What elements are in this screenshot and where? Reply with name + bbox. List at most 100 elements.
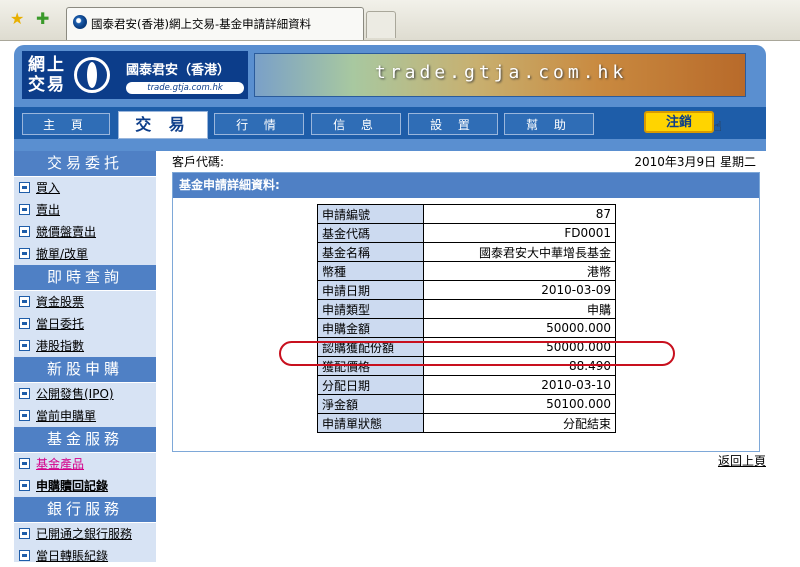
logout-button[interactable]: 注銷 ☝ — [644, 111, 722, 135]
bullet-icon — [19, 182, 30, 193]
sidebar-item-label: 當日轉賬紀錄 — [36, 549, 109, 563]
sidebar-item-label: 撤單/改單 — [36, 247, 89, 261]
panel-title: 基金申請詳細資料: — [173, 173, 759, 198]
row-value: FD0001 — [423, 223, 616, 243]
sidebar-item-label: 賣出 — [36, 203, 61, 217]
row-value: 2010-03-09 — [423, 280, 616, 300]
site-logo[interactable]: 網上交易 國泰君安（香港） trade.gtja.com.hk — [22, 51, 248, 99]
tab-title: 國泰君安(香港)網上交易-基金申請詳細資料 — [91, 17, 312, 31]
sidebar-item-label: 當前申購單 — [36, 409, 97, 423]
table-row: 申購金額 50000.000 — [317, 318, 616, 338]
hand-cursor-icon: ☝ — [713, 119, 722, 135]
sidebar-item-auction-sell[interactable]: 競價盤賣出 — [14, 221, 156, 243]
sidebar-item-subscription-records[interactable]: 申購贖回記錄 — [14, 475, 156, 497]
logo-mark-icon — [74, 57, 110, 93]
sidebar-item-label: 競價盤賣出 — [36, 225, 97, 239]
table-row: 幣種 港幣 — [317, 261, 616, 281]
bullet-icon — [19, 226, 30, 237]
table-row: 申請編號 87 — [317, 204, 616, 224]
bookmark-star-icon[interactable]: ★ — [10, 9, 24, 28]
bullet-icon — [19, 296, 30, 307]
sidebar-item-label: 港股指數 — [36, 339, 85, 353]
sidebar-section-query: 即時查詢 — [14, 265, 156, 291]
row-value: 2010-03-10 — [423, 375, 616, 395]
row-value: 50000.000 — [423, 318, 616, 338]
highlight-oval-annotation — [279, 341, 675, 366]
row-label: 申請編號 — [317, 204, 424, 224]
row-label: 分配日期 — [317, 375, 424, 395]
sidebar-item-cancel-modify[interactable]: 撤單/改單 — [14, 243, 156, 265]
row-label: 基金名稱 — [317, 242, 424, 262]
sidebar-section-fund: 基金服務 — [14, 427, 156, 453]
fund-detail-panel: 基金申請詳細資料: 申請編號 87 基金代碼 FD0001 基金名稱 國泰君安大中華增長基… — [172, 172, 760, 452]
table-row: 基金名稱 國泰君安大中華增長基金 — [317, 242, 616, 262]
table-row: 申請日期 2010-03-09 — [317, 280, 616, 300]
sidebar-section-bank: 銀行服務 — [14, 497, 156, 523]
nav-help[interactable]: 幫 助 — [504, 113, 594, 135]
bullet-icon — [19, 318, 30, 329]
sidebar-item-funds-stocks[interactable]: 資金股票 — [14, 291, 156, 313]
row-value: 50100.000 — [423, 394, 616, 414]
row-value: 分配結束 — [423, 413, 616, 433]
back-link[interactable]: 返回上頁 — [718, 452, 766, 469]
sidebar-item-label: 已開通之銀行服務 — [36, 527, 133, 541]
sidebar-section-ipo: 新股申購 — [14, 357, 156, 383]
sidebar-item-label: 基金產品 — [36, 457, 85, 471]
nav-trade[interactable]: 交 易 — [118, 111, 208, 139]
nav-settings[interactable]: 設 置 — [408, 113, 498, 135]
nav-quotes[interactable]: 行 情 — [214, 113, 304, 135]
logo-text: 網上交易 — [28, 55, 66, 95]
sidebar-item-bank-services[interactable]: 已開通之銀行服務 — [14, 523, 156, 545]
row-label: 幣種 — [317, 261, 424, 281]
sidebar-item-ipo[interactable]: 公開發售(IPO) — [14, 383, 156, 405]
row-value: 港幣 — [423, 261, 616, 281]
logout-label: 注銷 — [665, 115, 692, 130]
sidebar-item-today-orders[interactable]: 當日委托 — [14, 313, 156, 335]
sidebar-item-fund-products[interactable]: 基金產品 — [14, 453, 156, 475]
bullet-icon — [19, 458, 30, 469]
nav-home[interactable]: 主 頁 — [22, 113, 110, 135]
bullet-icon — [19, 388, 30, 399]
row-label: 申請單狀態 — [317, 413, 424, 433]
sidebar-item-label: 申購贖回記錄 — [36, 479, 109, 493]
bullet-icon — [19, 410, 30, 421]
main-nav: 主 頁 交 易 行 情 信 息 設 置 幫 助 注銷 ☝ — [14, 107, 766, 139]
row-label: 基金代碼 — [317, 223, 424, 243]
browser-tab-bar: ★ ✚ 國泰君安(香港)網上交易-基金申請詳細資料 — [0, 0, 800, 41]
row-label: 淨金額 — [317, 394, 424, 414]
sidebar-item-label: 當日委托 — [36, 317, 85, 331]
row-label: 申請日期 — [317, 280, 424, 300]
table-row: 基金代碼 FD0001 — [317, 223, 616, 243]
sidebar-item-hk-index[interactable]: 港股指數 — [14, 335, 156, 357]
header-banner: trade.gtja.com.hk — [254, 53, 746, 97]
sidebar-item-label: 資金股票 — [36, 295, 85, 309]
sidebar-item-current-subscriptions[interactable]: 當前申購單 — [14, 405, 156, 427]
sidebar-item-sell[interactable]: 賣出 — [14, 199, 156, 221]
add-bookmark-icon[interactable]: ✚ — [36, 9, 49, 28]
row-value: 87 — [423, 204, 616, 224]
bullet-icon — [19, 480, 30, 491]
table-row: 申請單狀態 分配結束 — [317, 413, 616, 433]
new-tab-button[interactable] — [366, 11, 396, 38]
browser-tab[interactable]: 國泰君安(香港)網上交易-基金申請詳細資料 — [66, 7, 364, 40]
row-value: 申購 — [423, 299, 616, 319]
current-date: 2010年3月9日 星期二 — [634, 155, 756, 169]
row-label: 申請類型 — [317, 299, 424, 319]
site-header: 網上交易 國泰君安（香港） trade.gtja.com.hk trade.gt… — [14, 45, 766, 151]
client-code-label: 客戶代碼: — [172, 155, 225, 169]
table-row: 淨金額 50100.000 — [317, 394, 616, 414]
bullet-icon — [19, 340, 30, 351]
row-value: 國泰君安大中華增長基金 — [423, 242, 616, 262]
nav-info[interactable]: 信 息 — [311, 113, 401, 135]
row-label: 申購金額 — [317, 318, 424, 338]
table-row: 分配日期 2010-03-10 — [317, 375, 616, 395]
sidebar-item-transfer-records[interactable]: 當日轉賬紀錄 — [14, 545, 156, 567]
table-row: 申請類型 申購 — [317, 299, 616, 319]
sidebar-item-label: 買入 — [36, 181, 61, 195]
bullet-icon — [19, 550, 30, 561]
bullet-icon — [19, 528, 30, 539]
banner-url-text: trade.gtja.com.hk — [375, 62, 628, 83]
sidebar-item-buy[interactable]: 買入 — [14, 177, 156, 199]
fund-detail-table: 申請編號 87 基金代碼 FD0001 基金名稱 國泰君安大中華增長基金 幣種 港幣 申請日期 2… — [317, 204, 616, 433]
page-favicon-icon — [73, 15, 87, 29]
